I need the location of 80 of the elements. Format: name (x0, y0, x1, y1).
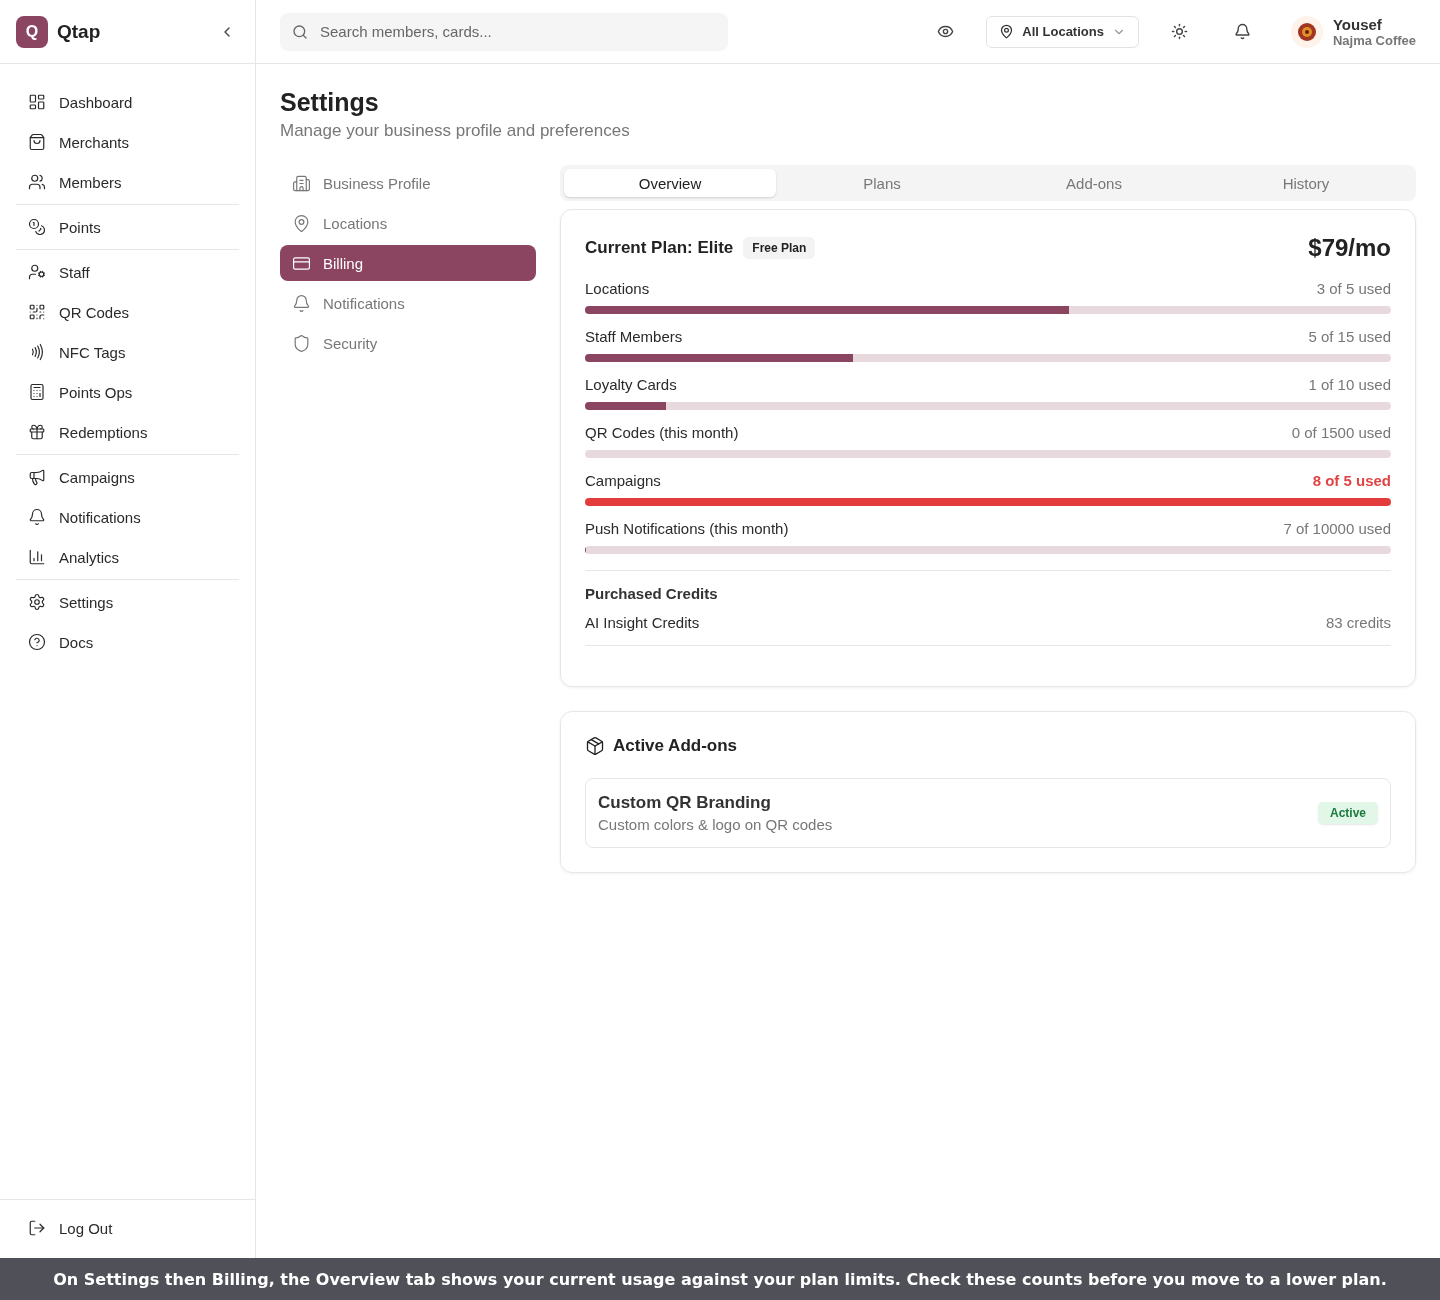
help-icon (28, 633, 46, 651)
plan-badge: Free Plan (743, 237, 816, 259)
nav-item[interactable]: NFC Tags (16, 334, 239, 370)
business-name: Najma Coffee (1332, 32, 1416, 48)
tab[interactable]: Add-ons (988, 169, 1200, 197)
search-field[interactable]: Search members, cards... (280, 12, 728, 51)
settings-menu-item[interactable]: Business Profile (280, 165, 536, 201)
nav-item[interactable]: Notifications (16, 499, 239, 535)
nav-item[interactable]: QR Codes (16, 294, 239, 330)
bell-icon (28, 508, 46, 526)
credit-label: AI Insight Credits (585, 614, 700, 631)
nav-item[interactable]: Campaigns (16, 459, 239, 495)
bell-icon (1233, 23, 1251, 40)
building-icon (292, 173, 311, 193)
tab[interactable]: Plans (776, 169, 988, 197)
bag-icon (28, 133, 46, 151)
usage-label: Staff Members (585, 328, 683, 345)
nav-item[interactable]: Points Ops (16, 374, 239, 410)
nav-item[interactable]: Analytics (16, 539, 239, 575)
usage-label: QR Codes (this month) (585, 424, 739, 441)
avatar-icon (1290, 15, 1323, 48)
usage-reading: 1 of 10 used (1308, 376, 1391, 393)
usage-reading: 8 of 5 used (1312, 472, 1391, 489)
settings-menu-item[interactable]: Security (280, 325, 536, 361)
nav-item[interactable]: Staff (16, 254, 239, 290)
user-name: Yousef (1332, 15, 1383, 33)
nav-item[interactable]: Redemptions (16, 414, 239, 450)
usage-label: Locations (585, 280, 650, 297)
usage-reading: 3 of 5 used (1316, 280, 1391, 297)
plan-price: $79/mo (1308, 234, 1391, 262)
caption-banner: On Settings then Billing, the Overview tab shows your current usage against your plan limits. Check these counts before you move to a lower plan. (0, 1258, 1440, 1300)
settings-menu-item[interactable]: Notifications (280, 285, 536, 321)
settings-icon (28, 593, 46, 611)
usage-label: Campaigns (585, 472, 661, 489)
page-subtitle: Manage your business profile and preferences (280, 121, 631, 141)
nav-item[interactable]: Settings (16, 584, 239, 620)
addons-title: Active Add-ons (613, 736, 738, 756)
map-pin-icon (999, 24, 1015, 39)
calculator-icon (28, 383, 46, 401)
nav-item[interactable]: Docs (16, 624, 239, 660)
credit-value: 83 credits (1325, 614, 1391, 631)
gift-icon (28, 423, 46, 441)
addon-name: Custom QR Branding (598, 793, 772, 813)
usage-reading: 7 of 10000 used (1283, 520, 1391, 537)
bell-icon (292, 293, 311, 313)
users-icon (28, 173, 46, 191)
nav-item[interactable]: Dashboard (16, 84, 239, 120)
brand-name: Qtap (57, 20, 102, 43)
settings-menu-item[interactable]: Billing (280, 245, 536, 281)
megaphone-icon (28, 468, 46, 486)
plan-title: Current Plan: Elite (585, 238, 734, 258)
settings-menu-item[interactable]: Locations (280, 205, 536, 241)
shield-icon (292, 333, 311, 353)
credits-title: Purchased Credits (585, 585, 719, 602)
bar-chart-icon (28, 548, 46, 566)
nav-item[interactable]: Points (16, 209, 239, 245)
usage-label: Push Notifications (this month) (585, 520, 789, 537)
search-icon (292, 23, 308, 40)
logout-link[interactable]: Log Out (16, 1210, 239, 1246)
page-title: Settings (280, 88, 380, 117)
usage-reading: 0 of 1500 used (1291, 424, 1391, 441)
location-select[interactable]: All Locations (986, 15, 1139, 48)
usage-reading: 5 of 15 used (1308, 328, 1391, 345)
nav-item[interactable]: Members (16, 164, 239, 200)
tab[interactable]: History (1200, 169, 1412, 197)
qr-code-icon (28, 303, 46, 321)
logo: Q (16, 15, 48, 48)
dashboard-icon (28, 93, 46, 111)
tab[interactable]: Overview (564, 169, 776, 197)
eye-icon (937, 23, 955, 40)
addon-description: Custom colors & logo on QR codes (598, 816, 833, 833)
package-icon (585, 736, 605, 756)
user-gear-icon (28, 263, 46, 281)
map-pin-icon (292, 213, 311, 233)
logout-icon (28, 1219, 46, 1237)
usage-label: Loyalty Cards (585, 376, 677, 393)
coins-icon (28, 218, 46, 236)
nav-item[interactable]: Merchants (16, 124, 239, 160)
status-badge: Active (1317, 802, 1378, 824)
sun-icon (1170, 23, 1188, 40)
